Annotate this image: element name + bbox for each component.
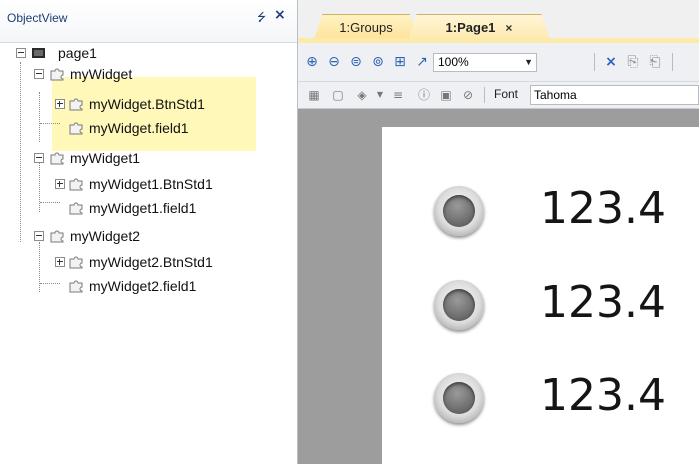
round-button[interactable] <box>434 280 484 330</box>
disable-icon[interactable]: ⊘ <box>460 87 476 103</box>
format-toolbar: ▦ ▢ ◈ ▼ ≡ ⓘ ▣ ⊘ Font Tahoma <box>298 82 699 109</box>
image-icon[interactable]: ▣ <box>438 87 454 103</box>
tree-node-mywidget1-field1[interactable]: myWidget1.field1 <box>0 198 196 218</box>
tree-node-label: myWidget <box>70 66 133 82</box>
zoom-area-icon[interactable]: ⊞ <box>391 53 409 71</box>
tree-node-mywidget2-field1[interactable]: myWidget2.field1 <box>0 276 196 296</box>
zoom-fit-icon[interactable]: ⊚ <box>369 53 387 71</box>
tab-page1[interactable]: 1:Page1 × <box>408 14 550 40</box>
collapse-icon[interactable] <box>34 153 44 163</box>
object-view-panel: ObjectView ⭍ × page1 myWidget myWidget.B… <box>0 0 298 464</box>
tree-node-mywidget1[interactable]: myWidget1 <box>0 148 140 168</box>
tree-node-label: myWidget2.BtnStd1 <box>89 254 213 270</box>
chevron-down-icon[interactable]: ▼ <box>372 87 388 103</box>
value-field[interactable]: 123.4 <box>540 179 666 239</box>
page-icon <box>32 48 45 58</box>
widget-icon <box>50 230 64 243</box>
zoom-in-icon[interactable]: ⊕ <box>303 53 321 71</box>
expand-icon[interactable] <box>55 99 65 109</box>
font-label: Font <box>494 87 519 101</box>
object-tree: page1 myWidget myWidget.BtnStd1 myWidget… <box>0 42 297 462</box>
delete-icon[interactable]: × <box>602 53 620 71</box>
tree-node-label: page1 <box>58 45 97 61</box>
zoom-select[interactable]: 100% ▼ <box>433 53 537 72</box>
object-view-title: ObjectView <box>7 11 68 25</box>
widget-icon <box>69 280 83 293</box>
tree-node-mywidget2[interactable]: myWidget2 <box>0 226 140 246</box>
toolbar-divider <box>484 87 485 103</box>
tree-node-label: myWidget2 <box>70 228 141 244</box>
expand-icon[interactable] <box>55 257 65 267</box>
zoom-value: 100% <box>438 55 469 69</box>
paste-icon[interactable]: ⎗ <box>646 53 664 71</box>
chevron-down-icon: ▼ <box>524 57 533 67</box>
zoom-toolbar: ⊕ ⊖ ⊜ ⊚ ⊞ ↗ 100% ▼ × ⎘ ⎗ <box>298 43 699 82</box>
widget-icon <box>69 98 83 111</box>
widget-mywidget[interactable]: 123.4 <box>382 174 699 244</box>
toolbar-divider <box>672 53 673 71</box>
tree-node-label: myWidget.BtnStd1 <box>89 96 205 112</box>
copy-icon[interactable]: ⎘ <box>624 53 642 71</box>
tab-label: 1:Groups <box>339 20 393 35</box>
value-field[interactable]: 123.4 <box>540 366 666 426</box>
page-surface[interactable]: 123.4 123.4 123.4 <box>382 127 699 464</box>
collapse-icon[interactable] <box>16 48 26 58</box>
value-field[interactable]: 123.4 <box>540 273 666 333</box>
info-icon[interactable]: ⓘ <box>416 87 432 103</box>
object-view-header: ObjectView ⭍ × <box>0 0 297 43</box>
tab-groups[interactable]: 1:Groups <box>314 14 418 40</box>
font-select[interactable]: Tahoma <box>530 85 699 105</box>
widget-mywidget1[interactable]: 123.4 <box>382 268 699 338</box>
tree-node-mywidget-field1[interactable]: myWidget.field1 <box>0 118 189 138</box>
tree-node-mywidget2-btnstd1[interactable]: myWidget2.BtnStd1 <box>0 252 213 272</box>
widget-icon <box>69 202 83 215</box>
expand-icon[interactable] <box>55 179 65 189</box>
widget-icon <box>69 256 83 269</box>
font-value: Tahoma <box>534 88 577 102</box>
close-icon[interactable]: × <box>274 7 286 23</box>
fill-color-icon[interactable]: ◈ <box>354 87 370 103</box>
tree-node-label: myWidget2.field1 <box>89 278 197 294</box>
zoom-out-icon[interactable]: ⊖ <box>325 53 343 71</box>
widget-icon <box>69 122 83 135</box>
collapse-icon[interactable] <box>34 231 44 241</box>
collapse-icon[interactable] <box>34 69 44 79</box>
close-tab-icon[interactable]: × <box>505 21 512 35</box>
tree-node-mywidget[interactable]: myWidget <box>0 64 132 84</box>
widget-mywidget2[interactable]: 123.4 <box>382 361 699 431</box>
design-canvas: 123.4 123.4 123.4 <box>298 109 699 464</box>
zoom-page-icon[interactable]: ⊜ <box>347 53 365 71</box>
border-icon[interactable]: ▢ <box>330 87 346 103</box>
widget-icon <box>50 68 64 81</box>
round-button[interactable] <box>434 373 484 423</box>
tree-node-mywidget-btnstd1[interactable]: myWidget.BtnStd1 <box>0 94 205 114</box>
pin-icon[interactable]: ⭍ <box>257 9 266 28</box>
tree-node-label: myWidget1 <box>70 150 141 166</box>
zoom-select-icon[interactable]: ↗ <box>413 53 431 71</box>
tree-node-mywidget1-btnstd1[interactable]: myWidget1.BtnStd1 <box>0 174 213 194</box>
tree-node-label: myWidget.field1 <box>89 120 189 136</box>
widget-icon <box>50 152 64 165</box>
grid-icon[interactable]: ▦ <box>306 87 322 103</box>
round-button[interactable] <box>434 186 484 236</box>
toolbar-divider <box>594 53 595 71</box>
tree-node-page1[interactable]: page1 <box>0 43 97 63</box>
tree-node-label: myWidget1.BtnStd1 <box>89 176 213 192</box>
align-icon[interactable]: ≡ <box>390 87 406 103</box>
editor-area: 1:Groups 1:Page1 × ⊕ ⊖ ⊜ ⊚ ⊞ ↗ 100% ▼ × ⎘… <box>298 0 699 464</box>
tree-node-label: myWidget1.field1 <box>89 200 197 216</box>
widget-icon <box>69 178 83 191</box>
tab-label: 1:Page1 <box>445 20 496 35</box>
